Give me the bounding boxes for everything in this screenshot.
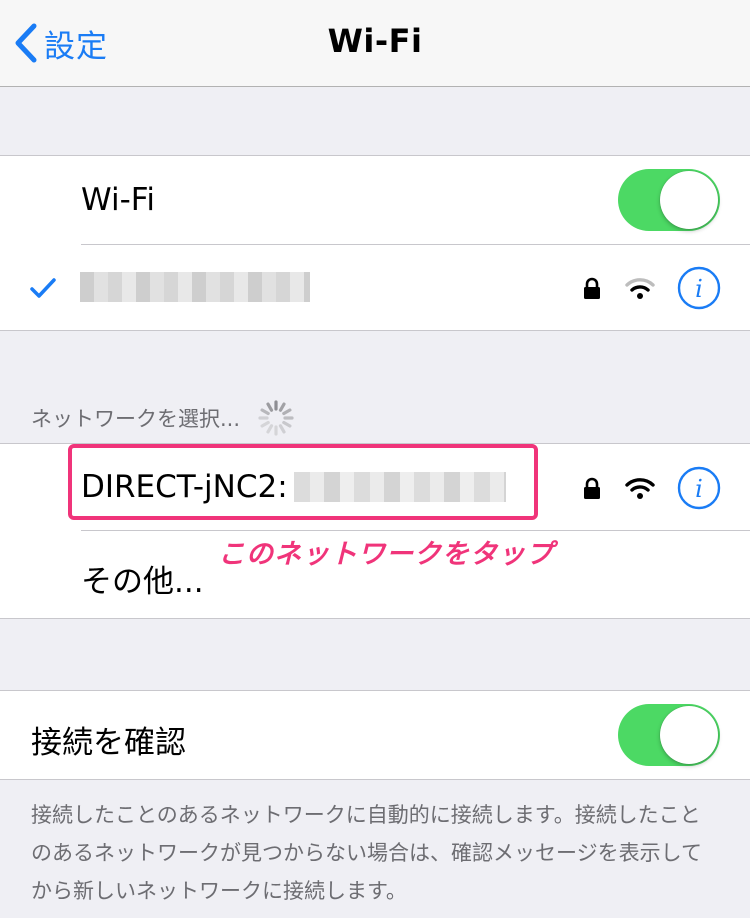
page-title: Wi-Fi <box>327 22 423 60</box>
other-network-label: その他... <box>81 564 204 600</box>
spinner-icon <box>258 400 294 436</box>
connected-network-row[interactable]: i <box>0 244 750 330</box>
network-row-direct[interactable]: DIRECT-jNC2: i <box>0 444 750 530</box>
lock-icon <box>584 477 600 499</box>
ask-to-join-toggle[interactable] <box>618 704 720 766</box>
lock-icon <box>584 277 600 299</box>
section-header-label: ネットワークを選択... <box>31 407 241 431</box>
checkmark-icon <box>30 278 56 298</box>
ask-to-join-label: 接続を確認 <box>31 725 186 761</box>
wifi-signal-icon <box>625 278 655 299</box>
wifi-label: Wi-Fi <box>81 182 155 218</box>
footer-description: 接続したことのあるネットワークに自動的に接続します。接続したことのあるネットワー… <box>31 803 702 903</box>
network-name-blurred <box>294 472 506 502</box>
networks-group: DIRECT-jNC2: i その他... <box>0 443 750 619</box>
info-icon[interactable]: i <box>677 466 721 510</box>
info-icon[interactable]: i <box>677 266 721 310</box>
ask-to-join-group: 接続を確認 <box>0 690 750 780</box>
toggle-knob <box>660 706 718 764</box>
svg-text:i: i <box>695 475 703 503</box>
wifi-toggle-row: Wi-Fi <box>0 156 750 244</box>
wifi-signal-icon <box>625 478 655 499</box>
wifi-toggle[interactable] <box>618 169 720 231</box>
toggle-knob <box>660 171 718 229</box>
connected-network-name <box>80 272 310 302</box>
annotation-text: このネットワークをタップ <box>218 539 554 570</box>
section-header: ネットワークを選択... <box>31 398 296 438</box>
network-name: DIRECT-jNC2: <box>81 469 288 505</box>
navigation-bar: 設定 Wi-Fi <box>0 0 750 87</box>
wifi-group: Wi-Fi i <box>0 155 750 331</box>
svg-text:i: i <box>695 275 703 303</box>
